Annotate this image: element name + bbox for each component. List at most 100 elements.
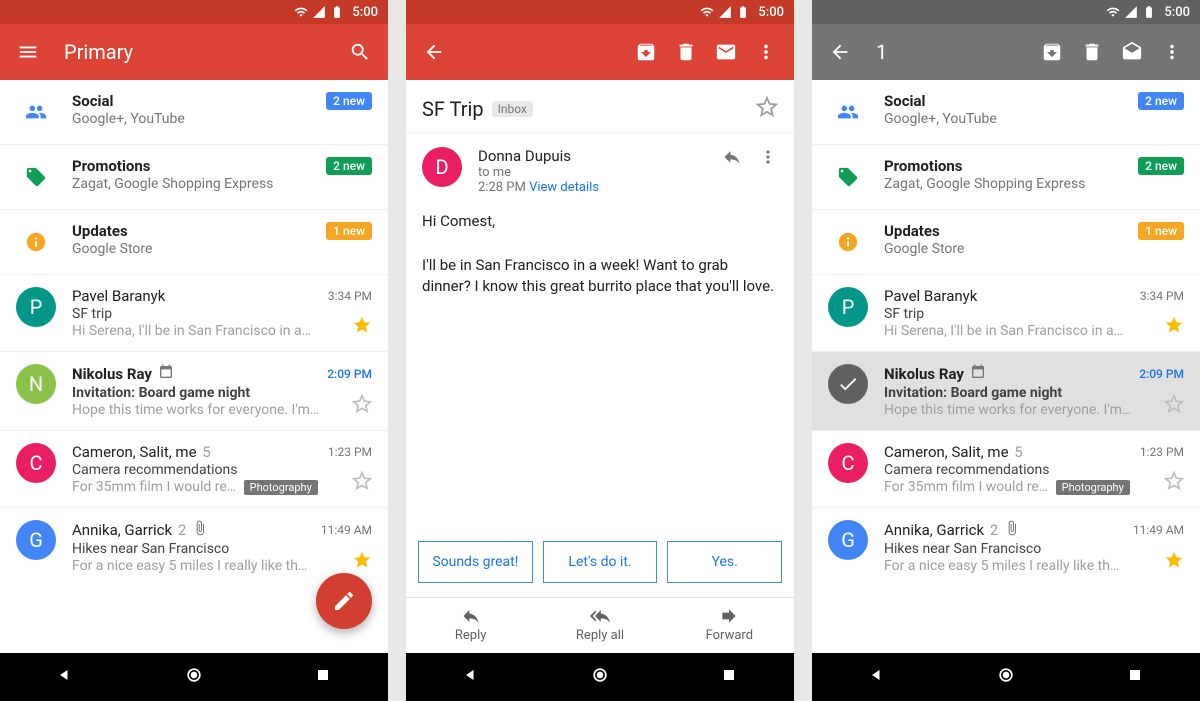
tag-icon <box>828 157 868 197</box>
sender-block: D Donna Dupuis to me 2:28 PM View detail… <box>406 133 794 203</box>
smart-reply-button[interactable]: Sounds great! <box>418 541 533 583</box>
smart-reply-button[interactable]: Let's do it. <box>543 541 658 583</box>
nav-home[interactable] <box>590 665 610 689</box>
email-list: Social 2 new Google+, YouTube Promotions… <box>0 80 388 653</box>
email-row[interactable]: P Pavel Baranyk 3:34 PM SF trip Hi Seren… <box>0 275 388 352</box>
email-row[interactable]: G Annika, Garrick 211:49 AM Hikes near S… <box>812 508 1200 586</box>
category-name: Updates <box>72 222 128 240</box>
sender-overflow[interactable] <box>758 147 778 171</box>
archive-button[interactable] <box>1032 32 1072 72</box>
nav-home[interactable] <box>184 665 204 689</box>
mark-read-button[interactable] <box>1112 32 1152 72</box>
category-name: Promotions <box>72 157 151 175</box>
delete-button[interactable] <box>666 32 706 72</box>
category-promotions[interactable]: Promotions2 new Zagat, Google Shopping E… <box>812 145 1200 210</box>
battery-icon <box>736 5 750 19</box>
smart-replies: Sounds great! Let's do it. Yes. <box>406 541 794 597</box>
nav-bar <box>0 653 388 701</box>
mail-icon <box>715 41 737 63</box>
category-promotions[interactable]: Promotions 2 new Zagat, Google Shopping … <box>0 145 388 210</box>
reply-button[interactable]: Reply <box>406 598 535 653</box>
star-outline-icon <box>1164 471 1184 491</box>
avatar: P <box>16 287 56 327</box>
category-updates[interactable]: Updates 1 new Google Store <box>0 210 388 275</box>
star-button[interactable] <box>1164 315 1184 339</box>
message-action-bar: Reply Reply all Forward <box>406 597 794 653</box>
battery-icon <box>1142 5 1156 19</box>
star-button[interactable] <box>1164 394 1184 418</box>
nav-home[interactable] <box>996 665 1016 689</box>
battery-icon <box>330 5 344 19</box>
star-button[interactable] <box>1164 471 1184 495</box>
avatar: G <box>16 520 56 560</box>
star-button[interactable] <box>352 394 372 418</box>
email-time: 1:23 PM <box>320 445 372 459</box>
email-row-selected[interactable]: Nikolus Ray2:09 PM Invitation: Board gam… <box>812 352 1200 431</box>
email-row[interactable]: N Nikolus Ray 2:09 PM Invitation: Board … <box>0 352 388 431</box>
folder-chip: Inbox <box>492 101 533 117</box>
nav-recents[interactable] <box>313 665 333 689</box>
wifi-icon <box>294 5 308 19</box>
wifi-icon <box>700 5 714 19</box>
star-button[interactable] <box>352 315 372 339</box>
signal-icon <box>718 5 732 19</box>
hamburger-icon <box>17 41 39 63</box>
star-filled-icon <box>352 550 372 570</box>
email-row[interactable]: G Annika, Garrick 2 11:49 AM Hikes near … <box>0 508 388 586</box>
info-icon <box>16 222 56 262</box>
email-time: 11:49 AM <box>313 523 372 537</box>
star-filled-icon <box>1164 550 1184 570</box>
reply-all-button[interactable]: Reply all <box>535 598 664 653</box>
star-button[interactable] <box>1164 550 1184 574</box>
avatar: C <box>828 443 868 483</box>
badge: 2 new <box>326 92 372 110</box>
category-social[interactable]: Social2 new Google+, YouTube <box>812 80 1200 145</box>
delete-button[interactable] <box>1072 32 1112 72</box>
search-button[interactable] <box>340 32 380 72</box>
menu-button[interactable] <box>8 32 48 72</box>
forward-button[interactable]: Forward <box>665 598 794 653</box>
arrow-back-icon <box>829 41 851 63</box>
reply-icon-button[interactable] <box>722 147 742 171</box>
email-row[interactable]: C Cameron, Salit, me 51:23 PM Camera rec… <box>812 431 1200 508</box>
email-sender: Nikolus Ray <box>72 365 152 383</box>
nav-back[interactable] <box>867 665 887 689</box>
mark-unread-button[interactable] <box>706 32 746 72</box>
compose-icon <box>332 589 356 613</box>
email-subject: Invitation: Board game night <box>72 385 372 401</box>
arrow-back-icon <box>423 41 445 63</box>
star-button[interactable] <box>756 96 778 122</box>
archive-button[interactable] <box>626 32 666 72</box>
category-updates[interactable]: Updates1 new Google Store <box>812 210 1200 275</box>
email-row[interactable]: P Pavel Baranyk3:34 PM SF trip Hi Serena… <box>812 275 1200 352</box>
nav-recents[interactable] <box>1125 665 1145 689</box>
reply-icon <box>461 606 481 626</box>
status-bar: 5:00 <box>406 0 794 24</box>
compose-fab[interactable] <box>316 573 372 629</box>
app-bar <box>406 24 794 80</box>
attachment-icon <box>1004 520 1020 540</box>
back-button[interactable] <box>414 32 454 72</box>
nav-bar <box>812 653 1200 701</box>
info-icon <box>828 222 868 262</box>
nav-recents[interactable] <box>719 665 739 689</box>
trash-icon <box>1081 41 1103 63</box>
nav-back[interactable] <box>55 665 75 689</box>
more-vert-icon <box>758 147 778 167</box>
star-button[interactable] <box>352 550 372 574</box>
avatar: P <box>828 287 868 327</box>
overflow-button[interactable] <box>746 32 786 72</box>
selection-app-bar: 1 <box>812 24 1200 80</box>
overflow-button[interactable] <box>1152 32 1192 72</box>
email-row[interactable]: C Cameron, Salit, me 5 1:23 PM Camera re… <box>0 431 388 508</box>
people-icon <box>16 92 56 132</box>
star-button[interactable] <box>352 471 372 495</box>
email-sender: Annika, Garrick 2 <box>72 521 186 539</box>
smart-reply-button[interactable]: Yes. <box>667 541 782 583</box>
attachment-icon <box>192 520 208 540</box>
view-details-link[interactable]: View details <box>529 180 599 195</box>
more-vert-icon <box>755 41 777 63</box>
nav-back[interactable] <box>461 665 481 689</box>
category-social[interactable]: Social 2 new Google+, YouTube <box>0 80 388 145</box>
close-selection-button[interactable] <box>820 32 860 72</box>
